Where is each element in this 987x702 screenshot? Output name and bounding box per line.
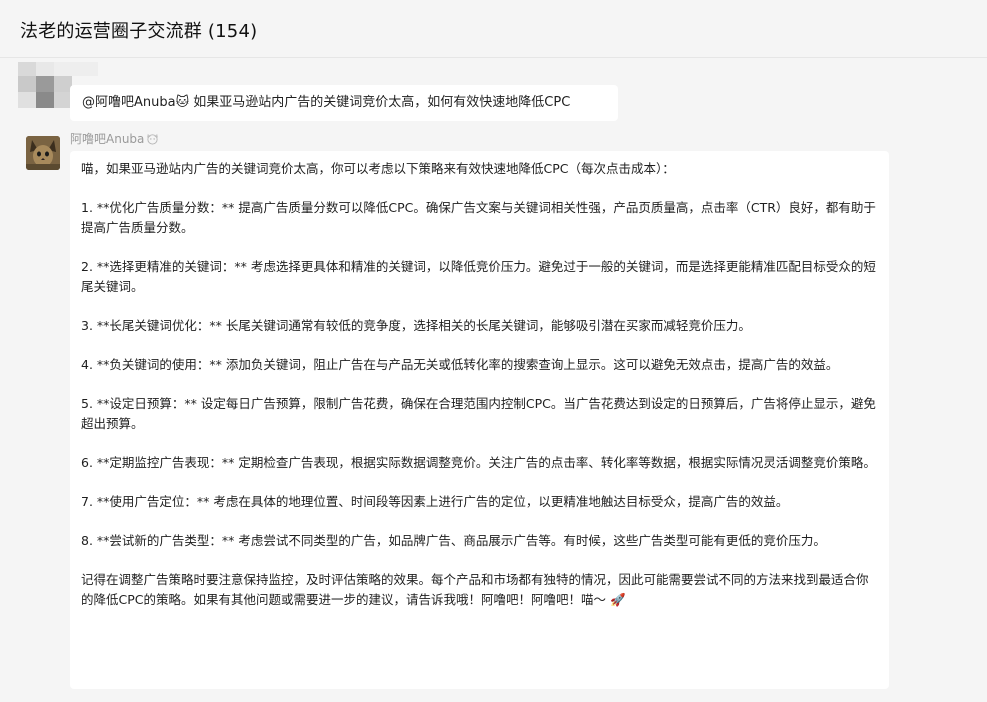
reply-point-7: 7. **使用广告定位：** 考虑在具体的地理位置、时间段等因素上进行广告的定位… bbox=[81, 494, 789, 509]
reply-point-6: 6. **定期监控广告表现：** 定期检查广告表现，根据实际数据调整竞价。关注广… bbox=[81, 455, 876, 470]
chat-title[interactable]: 法老的运营圈子交流群 (154) bbox=[20, 17, 257, 43]
reply-point-5: 5. **设定日预算：** 设定每日广告预算，限制广告花费，确保在合理范围内控制… bbox=[81, 396, 876, 431]
reply-point-8: 8. **尝试新的广告类型：** 考虑尝试不同类型的广告，如品牌广告、商品展示广… bbox=[81, 533, 826, 548]
message-text: @阿噜吧Anuba🐱 如果亚马逊站内广告的关键词竞价太高，如何有效快速地降低CP… bbox=[82, 95, 571, 110]
chat-header: 法老的运营圈子交流群 (154) bbox=[0, 0, 987, 58]
reply-closing: 记得在调整广告策略时要注意保持监控，及时评估策略的效果。每个产品和市场都有独特的… bbox=[81, 572, 869, 607]
reply-intro: 喵，如果亚马逊站内广告的关键词竞价太高，你可以考虑以下策略来有效快速地降低CPC… bbox=[81, 161, 675, 176]
sender-avatar[interactable] bbox=[26, 136, 60, 170]
reply-point-2: 2. **选择更精准的关键词：** 考虑选择更具体和精准的关键词，以降低竞价压力… bbox=[81, 259, 876, 294]
reply-point-4: 4. **负关键词的使用：** 添加负关键词，阻止广告在与产品无关或低转化率的搜… bbox=[81, 357, 839, 372]
cat-face-icon bbox=[147, 133, 159, 145]
reply-point-1: 1. **优化广告质量分数：** 提高广告质量分数可以降低CPC。确保广告文案与… bbox=[81, 200, 876, 235]
message-bubble[interactable]: @阿噜吧Anuba🐱 如果亚马逊站内广告的关键词竞价太高，如何有效快速地降低CP… bbox=[70, 85, 618, 121]
reply-point-3: 3. **长尾关键词优化：** 长尾关键词通常有较低的竞争度，选择相关的长尾关键… bbox=[81, 318, 751, 333]
reply-bubble[interactable]: 喵，如果亚马逊站内广告的关键词竞价太高，你可以考虑以下策略来有效快速地降低CPC… bbox=[70, 151, 889, 689]
sender-name: 阿噜吧Anuba bbox=[70, 130, 159, 147]
cat-avatar-icon bbox=[26, 136, 60, 170]
